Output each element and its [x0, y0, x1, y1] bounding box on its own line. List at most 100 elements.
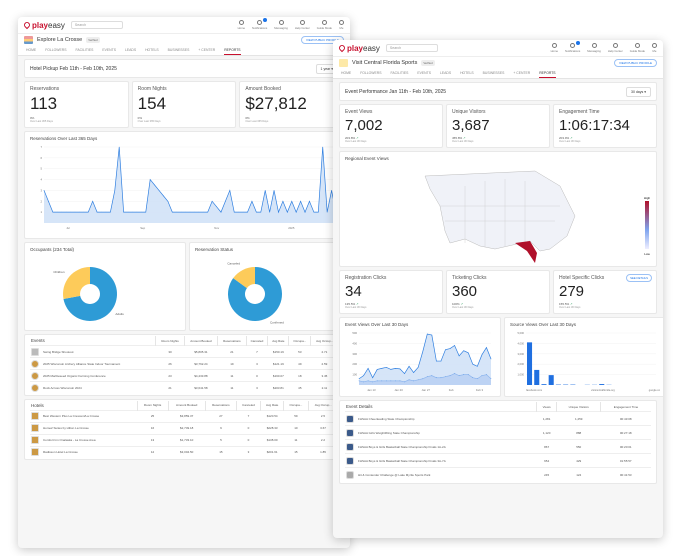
column-header[interactable]: Unique Visitors	[556, 402, 601, 412]
row-name[interactable]: Swing Bridge Shootout	[43, 349, 74, 353]
tab-center[interactable]: + CENTER	[198, 46, 215, 55]
tab-hotels[interactable]: HOTELS	[145, 46, 159, 55]
row-name[interactable]: Best Western Plus La Crescent/La Crosse	[43, 414, 99, 418]
table-row[interactable]: Best Western Plus La Crescent/La Crosse 2…	[30, 409, 338, 422]
table-row[interactable]: Rock Across Wisconsin 2024 21 $3,641.58 11 3…	[30, 381, 338, 394]
notifications-icon	[257, 20, 263, 25]
column-header[interactable]: Views	[535, 402, 557, 412]
data-point	[454, 373, 455, 374]
nav-help-center[interactable]: Help Center	[608, 43, 623, 53]
column-header[interactable]: Canceled	[245, 336, 268, 346]
table-row[interactable]: FHSAA Boys & Girls Basketball State Cham…	[345, 453, 651, 468]
tab-leads[interactable]: LEADS	[125, 46, 136, 55]
nav-guide-mode[interactable]: Guide Mode	[317, 20, 332, 30]
playeasy-logo[interactable]: play easy	[337, 44, 380, 53]
nav-label: Guide Mode	[629, 49, 645, 53]
column-header[interactable]: Avg Rate	[267, 336, 289, 346]
data-point	[167, 200, 169, 202]
tab-leads[interactable]: LEADS	[440, 69, 451, 78]
table-row[interactable]: Radisson Hotel La Crosse 12 $3,004.50 15 3 $2…	[30, 445, 338, 458]
column-header[interactable]: Reservations	[204, 400, 237, 410]
column-header[interactable]: Occupa...	[283, 400, 308, 410]
nav-messaging[interactable]: Messaging	[587, 43, 601, 53]
nav-label: Me	[339, 26, 344, 30]
column-header[interactable]: Occupa...	[288, 336, 311, 346]
see-details-button[interactable]: SEE DETAILS	[626, 274, 652, 282]
data-point	[386, 367, 387, 368]
data-point	[256, 211, 257, 213]
column-header[interactable]: Avg Rate	[259, 400, 284, 410]
table-row[interactable]: Comfort Inn Onalaska - La Crosse Area 13 $…	[30, 433, 338, 446]
search-input[interactable]: Search	[70, 21, 123, 29]
nav-me[interactable]: Me	[652, 43, 657, 53]
row-name[interactable]: Radisson Hotel La Crosse	[43, 450, 78, 454]
nav-home[interactable]: Home	[238, 20, 245, 30]
row-name[interactable]: Rock Across Wisconsin 2024	[43, 386, 82, 390]
tab-businesses[interactable]: BUSINESSES	[483, 69, 505, 78]
column-header[interactable]: Amount Booked	[183, 336, 218, 346]
data-point	[426, 333, 428, 335]
view-public-profile-button[interactable]: VIEW PUBLIC PROFILE	[613, 59, 657, 67]
nav-help-center[interactable]: Help Center	[295, 20, 310, 30]
search-input[interactable]: Search	[385, 44, 438, 52]
tab-followers[interactable]: FOLLOWERS	[360, 69, 381, 78]
x-tick-label: google.com	[649, 388, 660, 392]
column-header[interactable]: Canceled	[236, 400, 261, 410]
value-cell: 10	[283, 421, 308, 434]
table-row[interactable]: FHSAA Cheerleading State Championship 1,2…	[345, 411, 651, 426]
tab-center[interactable]: + CENTER	[513, 69, 530, 78]
column-header[interactable]: Engagement Time	[599, 402, 651, 412]
table-row[interactable]: FHSAA Boys & Girls Basketball State Cham…	[345, 439, 651, 454]
table-row[interactable]: FHSAA Girls Weightlifting State Champion…	[345, 425, 651, 440]
tab-home[interactable]: HOME	[341, 69, 351, 78]
row-name[interactable]: FHSAA Boys & Girls Basketball State Cham…	[358, 444, 446, 448]
y-tick-label: 500	[352, 331, 357, 335]
nav-home[interactable]: Home	[551, 43, 558, 53]
stat-card: Registration Clicks 34 135.5% ↗ Over Last 3…	[339, 270, 443, 314]
column-header[interactable]: Amount Booked	[167, 400, 206, 410]
table-row[interactable]: 2025 Wisconsin Archery Alliance State In…	[30, 357, 338, 370]
table-row[interactable]: Swing Bridge Shootout 30 $5,805.31 21 7 $150.…	[30, 345, 338, 358]
column-header[interactable]: Room Nights	[136, 400, 169, 410]
data-point	[145, 211, 147, 213]
playeasy-logo[interactable]: play easy	[22, 20, 65, 30]
row-name[interactable]: 2025 Marbleseed Organic Farming Conferen…	[43, 373, 106, 377]
table-row[interactable]: Hit & Contender Challenge @ Lake Myrtle …	[345, 467, 651, 482]
column-header[interactable]: Room Nights	[155, 336, 185, 346]
row-name[interactable]: Home2 Suites by Hilton La Crosse	[43, 426, 89, 430]
tab-followers[interactable]: FOLLOWERS	[45, 46, 66, 55]
row-name[interactable]: Hit & Contender Challenge @ Lake Myrtle …	[358, 473, 430, 477]
tab-reports[interactable]: REPORTS	[539, 69, 556, 78]
tab-events[interactable]: EVENTS	[102, 46, 116, 55]
table-row[interactable]: Home2 Suites by Hilton La Crosse 16 $2,749…	[30, 421, 338, 434]
row-name[interactable]: FHSAA Cheerleading State Championship	[358, 416, 414, 420]
value-cell: $121.19	[267, 357, 289, 370]
tab-businesses[interactable]: BUSINESSES	[168, 46, 190, 55]
nav-messaging[interactable]: Messaging	[274, 20, 288, 30]
nav-me[interactable]: Me	[339, 20, 344, 30]
column-header[interactable]: Reservations	[217, 336, 247, 346]
tab-facilities[interactable]: FACILITIES	[390, 69, 408, 78]
table-row[interactable]: 2025 Marbleseed Organic Farming Conferen…	[30, 369, 338, 382]
value-cell: $3,641.58	[184, 381, 218, 394]
pin-icon	[22, 20, 32, 30]
tab-events[interactable]: EVENTS	[417, 69, 431, 78]
tab-hotels[interactable]: HOTELS	[460, 69, 474, 78]
value-cell: 0	[246, 369, 268, 382]
value-cell: 23	[155, 369, 185, 382]
tab-reports[interactable]: REPORTS	[224, 46, 241, 55]
nav-notifications[interactable]: Notifications	[252, 18, 268, 30]
tab-facilities[interactable]: FACILITIES	[75, 46, 93, 55]
y-tick-label: 7	[40, 145, 42, 149]
tab-home[interactable]: HOME	[26, 46, 36, 55]
row-name[interactable]: FHSAA Boys & Girls Basketball State Cham…	[358, 458, 446, 462]
range-dropdown[interactable]: 30 days ▾	[626, 86, 651, 97]
nav-notifications[interactable]: Notifications	[565, 41, 581, 53]
event-details-table: Event Details Views Unique Visitors Engagem…	[345, 402, 651, 482]
data-point	[233, 211, 235, 213]
data-point	[154, 184, 155, 186]
nav-guide-mode[interactable]: Guide Mode	[630, 43, 645, 53]
row-name[interactable]: FHSAA Girls Weightlifting State Champion…	[358, 430, 420, 434]
row-name[interactable]: Comfort Inn Onalaska - La Crosse Area	[43, 438, 96, 442]
row-name[interactable]: 2025 Wisconsin Archery Alliance State In…	[43, 361, 120, 365]
